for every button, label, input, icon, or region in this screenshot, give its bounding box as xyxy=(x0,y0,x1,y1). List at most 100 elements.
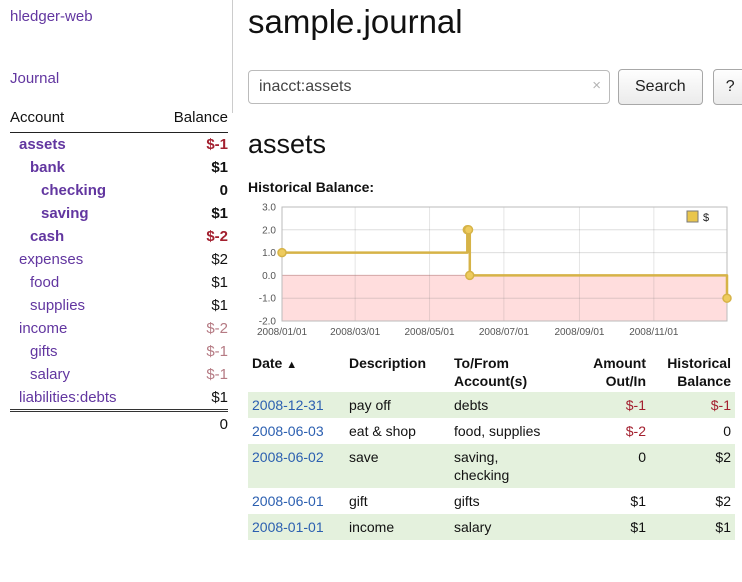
svg-text:2008/05/01: 2008/05/01 xyxy=(404,327,454,338)
account-link[interactable]: income xyxy=(19,320,67,337)
account-row: checking0 xyxy=(10,179,228,202)
svg-text:2008/01/01: 2008/01/01 xyxy=(257,327,307,338)
svg-text:2008/03/01: 2008/03/01 xyxy=(330,327,380,338)
transaction-balance: $-1 xyxy=(650,392,735,418)
transaction-row: 2008-06-01giftgifts$1$2 xyxy=(248,488,735,514)
transaction-date-link[interactable]: 2008-01-01 xyxy=(252,519,324,535)
account-row: salary $-1 xyxy=(10,363,228,386)
clear-search-icon[interactable]: × xyxy=(592,78,601,93)
transaction-row: 2008-01-01incomesalary$1$1 xyxy=(248,514,735,540)
sidebar: hledger-web Journal Account Balance asse… xyxy=(0,0,233,582)
account-row: saving $1 xyxy=(10,202,228,225)
accounts-header-line1: To/From xyxy=(454,355,509,371)
account-link[interactable]: assets xyxy=(19,136,66,153)
svg-text:2.0: 2.0 xyxy=(262,225,276,236)
account-link[interactable]: salary xyxy=(30,366,70,383)
accounts-total-spacer xyxy=(10,411,154,437)
account-balance: $-2 xyxy=(206,228,228,245)
balance-chart: 3.02.01.00.0-1.0-2.02008/01/012008/03/01… xyxy=(248,201,735,343)
transaction-description: save xyxy=(345,444,450,488)
column-header-date[interactable]: Date ▲ xyxy=(248,352,345,392)
transaction-date-link[interactable]: 2008-06-02 xyxy=(252,449,324,465)
main-content: sample.journal × Search ? assets Histori… xyxy=(233,0,742,582)
chart-title: Historical Balance: xyxy=(248,179,742,195)
account-balance: $-1 xyxy=(206,343,228,360)
date-header-label: Date xyxy=(252,355,282,371)
account-row: food $1 xyxy=(10,271,228,294)
account-row: cash $-2 xyxy=(10,225,228,248)
account-balance: $2 xyxy=(211,251,228,268)
register-table: Date ▲ Description To/From Account(s) Amo… xyxy=(248,352,735,540)
account-balance: $1 xyxy=(211,205,228,222)
transaction-row: 2008-06-03eat & shopfood, supplies$-20 xyxy=(248,418,735,444)
account-balance: $1 xyxy=(211,274,228,291)
sort-asc-icon: ▲ xyxy=(286,359,297,371)
transaction-amount: $1 xyxy=(580,488,650,514)
transaction-description: gift xyxy=(345,488,450,514)
column-header-amount: AmountOut/In xyxy=(580,352,650,392)
account-link[interactable]: liabilities:debts xyxy=(19,389,117,406)
app: hledger-web Journal Account Balance asse… xyxy=(0,0,742,582)
accounts-total-value: 0 xyxy=(154,411,228,437)
transaction-description: pay off xyxy=(345,392,450,418)
account-link[interactable]: checking xyxy=(41,182,106,199)
account-link[interactable]: gifts xyxy=(30,343,58,360)
accounts-body: assets$-1bank$1checking0saving$1cash$-2e… xyxy=(10,133,228,411)
accounts-table: Account Balance assets$-1bank$1checking0… xyxy=(10,107,228,436)
transaction-accounts: salary xyxy=(450,514,580,540)
account-balance: $-1 xyxy=(206,366,228,383)
svg-text:$: $ xyxy=(703,212,709,224)
svg-text:2008/09/01: 2008/09/01 xyxy=(554,327,604,338)
sidebar-item-journal[interactable]: Journal xyxy=(10,70,229,87)
transaction-date-link[interactable]: 2008-06-01 xyxy=(252,493,324,509)
transaction-description: income xyxy=(345,514,450,540)
account-row: bank$1 xyxy=(10,156,228,179)
transaction-amount: $-2 xyxy=(580,418,650,444)
search-button[interactable]: Search xyxy=(618,69,703,105)
account-row: gifts $-1 xyxy=(10,340,228,363)
account-row: supplies $1 xyxy=(10,294,228,317)
account-balance: $1 xyxy=(211,297,228,314)
accounts-header-row: Account Balance xyxy=(10,107,228,133)
account-heading: assets xyxy=(248,129,742,160)
account-row: expenses $2 xyxy=(10,248,228,271)
column-header-accounts: To/From Account(s) xyxy=(450,352,580,392)
transaction-balance: $2 xyxy=(650,444,735,488)
account-link[interactable]: saving xyxy=(41,205,89,222)
account-row: liabilities:debts$1 xyxy=(10,386,228,411)
amount-header-line1: Amount xyxy=(593,355,646,371)
transaction-amount: 0 xyxy=(580,444,650,488)
brand-link[interactable]: hledger-web xyxy=(10,8,93,25)
register-body: 2008-12-31pay offdebts$-1$-12008-06-03ea… xyxy=(248,392,735,540)
transaction-date-link[interactable]: 2008-06-03 xyxy=(252,423,324,439)
account-link[interactable]: food xyxy=(30,274,59,291)
transaction-balance: 0 xyxy=(650,418,735,444)
svg-text:2008/07/01: 2008/07/01 xyxy=(479,327,529,338)
column-header-balance: HistoricalBalance xyxy=(650,352,735,392)
account-link[interactable]: cash xyxy=(30,228,64,245)
column-header-description: Description xyxy=(345,352,450,392)
transaction-date-link[interactable]: 2008-12-31 xyxy=(252,397,324,413)
transaction-amount: $-1 xyxy=(580,392,650,418)
transaction-amount: $1 xyxy=(580,514,650,540)
register-header-row: Date ▲ Description To/From Account(s) Amo… xyxy=(248,352,735,392)
account-row: assets$-1 xyxy=(10,133,228,157)
accounts-col-balance: Balance xyxy=(154,107,228,133)
transaction-balance: $1 xyxy=(650,514,735,540)
svg-text:2008/11/01: 2008/11/01 xyxy=(629,327,679,338)
transaction-accounts: food, supplies xyxy=(450,418,580,444)
account-link[interactable]: expenses xyxy=(19,251,83,268)
svg-text:-1.0: -1.0 xyxy=(259,294,277,305)
help-button[interactable]: ? xyxy=(713,69,742,105)
search-input-wrap: × xyxy=(248,70,610,104)
accounts-header-line2: Account(s) xyxy=(454,373,527,389)
account-link[interactable]: bank xyxy=(30,159,65,176)
page-title: sample.journal xyxy=(248,2,742,42)
date-sort-link[interactable]: Date ▲ xyxy=(252,355,297,371)
account-row: income$-2 xyxy=(10,317,228,340)
svg-text:-2.0: -2.0 xyxy=(259,317,277,328)
account-link[interactable]: supplies xyxy=(30,297,85,314)
accounts-col-account: Account xyxy=(10,107,154,133)
search-input[interactable] xyxy=(248,70,610,104)
svg-text:3.0: 3.0 xyxy=(262,203,276,214)
